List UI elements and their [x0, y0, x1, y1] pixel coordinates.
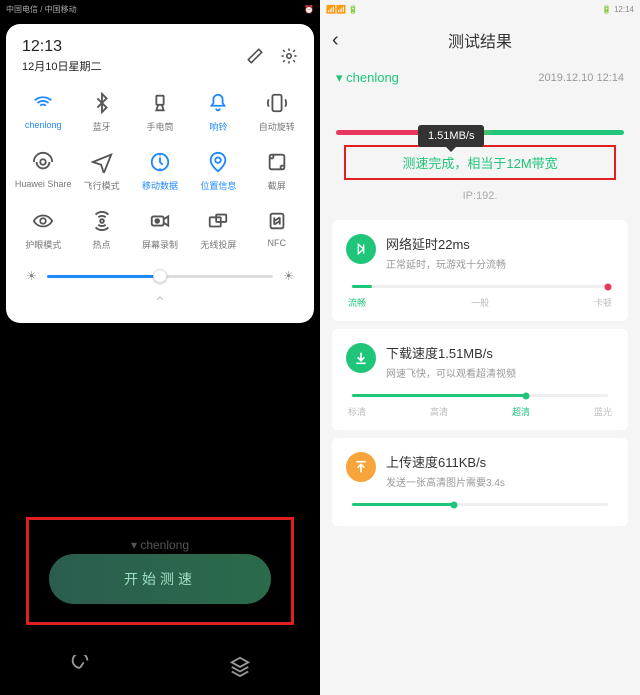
- metric-bar: [352, 394, 608, 397]
- ssid-label: ▾ chenlong: [29, 538, 291, 552]
- gear-icon[interactable]: [280, 47, 298, 65]
- tile-label: 屏幕录制: [142, 238, 178, 251]
- tile-icon: [207, 151, 229, 173]
- layers-icon[interactable]: [229, 655, 251, 677]
- edit-icon[interactable]: [246, 47, 264, 65]
- tile-icon: [91, 151, 113, 173]
- tile-label: 位置信息: [200, 179, 236, 192]
- ssid-name: chenlong: [336, 70, 399, 86]
- metric-subtitle: 正常延时，玩游戏十分流畅: [386, 256, 506, 271]
- tile-icon: [149, 92, 171, 114]
- annotation-red-box-right: 测速完成，相当于12M带宽: [344, 145, 616, 180]
- quick-settings-panel: 12:13 12月10日星期二 chenlong 蓝牙 手电筒 响铃 自动旋转 Huawe…: [6, 24, 314, 323]
- tile-icon: [266, 210, 288, 232]
- metric-title: 网络延时22ms: [386, 234, 506, 253]
- download-icon: [346, 343, 376, 373]
- speedometer-icon[interactable]: [69, 655, 91, 677]
- annotation-red-box-left: ▾ chenlong 开始测速: [26, 517, 294, 625]
- tile-label: 飞行模式: [84, 179, 120, 192]
- tile-2[interactable]: 手电筒: [131, 84, 189, 143]
- tile-14[interactable]: NFC: [248, 202, 306, 261]
- clock-time: 12:13: [22, 38, 101, 56]
- tile-icon: [32, 151, 54, 173]
- tile-label: 热点: [93, 238, 111, 251]
- metric-card-2: 上传速度611KB/s 发送一张高清图片需要3.4s: [332, 438, 628, 526]
- tile-label: chenlong: [25, 120, 62, 130]
- tile-label: 无线投屏: [200, 238, 236, 251]
- tile-9[interactable]: 截屏: [248, 143, 306, 202]
- tile-icon: [32, 92, 54, 114]
- tile-13[interactable]: 无线投屏: [189, 202, 247, 261]
- tile-icon: [207, 210, 229, 232]
- start-test-button[interactable]: 开始测速: [49, 554, 271, 604]
- tile-label: 截屏: [268, 179, 286, 192]
- tile-icon: [149, 151, 171, 173]
- metric-title: 上传速度611KB/s: [386, 452, 505, 471]
- tile-6[interactable]: 飞行模式: [72, 143, 130, 202]
- tile-11[interactable]: 热点: [72, 202, 130, 261]
- ip-label: IP:192.: [320, 186, 640, 212]
- tile-label: NFC: [268, 238, 287, 248]
- page-header: ‹ 测试结果: [320, 18, 640, 62]
- tile-3[interactable]: 响铃: [189, 84, 247, 143]
- speed-tooltip: 1.51MB/s: [418, 125, 484, 147]
- metric-scale: 标清高清超清蓝光: [346, 405, 614, 418]
- tile-icon: [32, 210, 54, 232]
- tile-icon: [266, 92, 288, 114]
- metric-card-1: 下载速度1.51MB/s 网速飞快，可以观看超清视频标清高清超清蓝光: [332, 329, 628, 430]
- status-bar-right: 📶📶 🔋🔋 12:14: [320, 0, 640, 18]
- metric-title: 下载速度1.51MB/s: [386, 343, 516, 362]
- metric-subtitle: 网速飞快，可以观看超清视频: [386, 365, 516, 380]
- tile-icon: [207, 92, 229, 114]
- sun-bright-icon: ☀: [283, 269, 294, 283]
- metric-bar: [352, 503, 608, 506]
- tile-icon: [91, 92, 113, 114]
- tile-icon: [91, 210, 113, 232]
- tile-label: Huawei Share: [15, 179, 72, 189]
- test-datetime: 2019.12.10 12:14: [538, 72, 624, 84]
- tile-1[interactable]: 蓝牙: [72, 84, 130, 143]
- latency-icon: [346, 234, 376, 264]
- metric-card-0: 网络延时22ms 正常延时，玩游戏十分流畅流畅一般卡顿: [332, 220, 628, 321]
- upload-icon: [346, 452, 376, 482]
- tile-icon: [266, 151, 288, 173]
- network-row[interactable]: chenlong 2019.12.10 12:14: [320, 62, 640, 94]
- clock-date: 12月10日星期二: [22, 58, 101, 74]
- tile-label: 响铃: [209, 120, 227, 133]
- status-bar-left: 中国电信 / 中国移动⏰: [0, 0, 320, 18]
- tile-label: 移动数据: [142, 179, 178, 192]
- brightness-slider[interactable]: ☀ ☀: [14, 261, 306, 289]
- metric-scale: 流畅一般卡顿: [346, 296, 614, 309]
- back-icon[interactable]: ‹: [332, 29, 339, 52]
- tile-label: 手电筒: [146, 120, 173, 133]
- metric-subtitle: 发送一张高清图片需要3.4s: [386, 474, 505, 489]
- left-phone: 中国电信 / 中国移动⏰ 12:13 12月10日星期二 chenlong 蓝牙 手…: [0, 0, 320, 695]
- chevron-up-icon[interactable]: ⌃: [14, 289, 306, 317]
- tile-7[interactable]: 移动数据: [131, 143, 189, 202]
- quick-tiles-grid: chenlong 蓝牙 手电筒 响铃 自动旋转 Huawei Share 飞行模式 移动数据 位…: [14, 84, 306, 261]
- metric-bar: [352, 285, 608, 288]
- right-phone: 📶📶 🔋🔋 12:14 ‹ 测试结果 chenlong 2019.12.10 1…: [320, 0, 640, 695]
- tile-12[interactable]: 屏幕录制: [131, 202, 189, 261]
- tile-label: 自动旋转: [259, 120, 295, 133]
- sun-dim-icon: ☀: [26, 269, 37, 283]
- tile-label: 蓝牙: [93, 120, 111, 133]
- tile-8[interactable]: 位置信息: [189, 143, 247, 202]
- tile-5[interactable]: Huawei Share: [14, 143, 72, 202]
- tile-icon: [149, 210, 171, 232]
- tile-0[interactable]: chenlong: [14, 84, 72, 143]
- tile-10[interactable]: 护眼模式: [14, 202, 72, 261]
- page-title: 测试结果: [448, 28, 512, 52]
- tile-label: 护眼模式: [25, 238, 61, 251]
- tile-4[interactable]: 自动旋转: [248, 84, 306, 143]
